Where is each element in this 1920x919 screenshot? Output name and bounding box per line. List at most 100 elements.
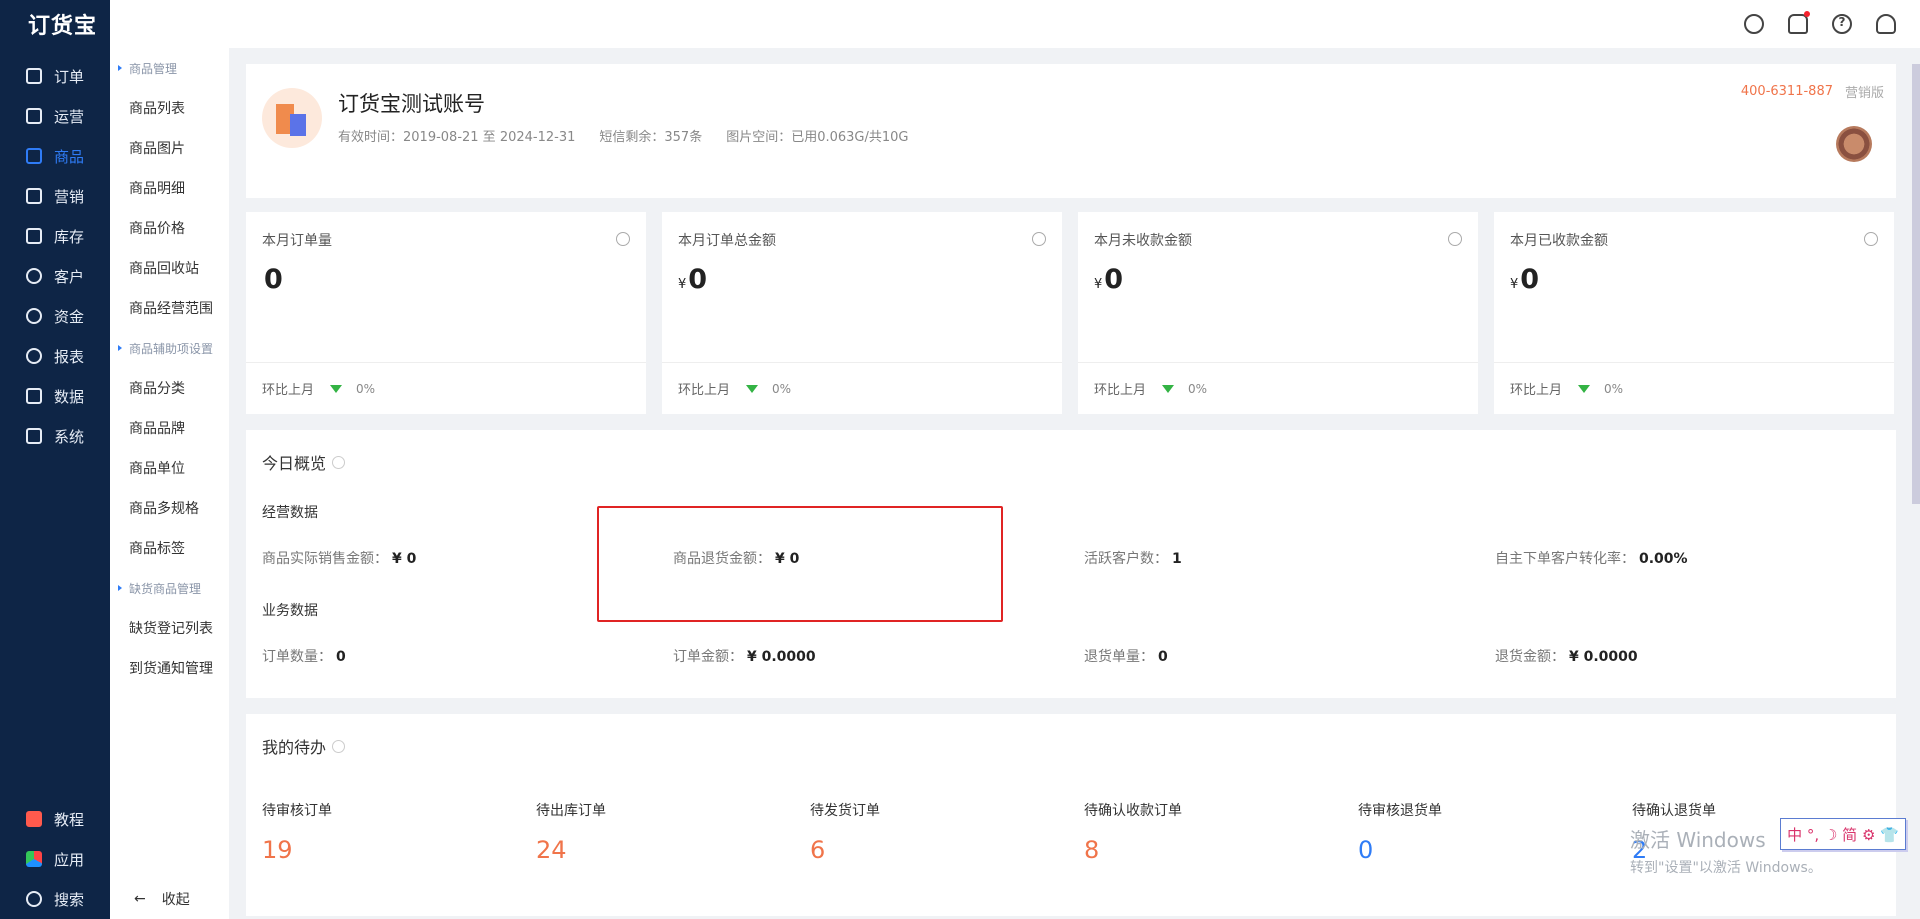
nav-label: 订单 — [54, 67, 85, 86]
medal-icon — [1836, 126, 1872, 162]
business-data-title: 经营数据 — [262, 505, 318, 521]
subnav-item-spec[interactable]: 商品多规格 — [110, 488, 229, 528]
nav-label: 客户 — [54, 267, 85, 286]
down-arrow-icon — [1162, 384, 1175, 393]
main-nav: 订货宝 订单 运营 商品 营销 库存 客户 资金 报表 数据 系统 教程 应用 … — [0, 0, 110, 919]
arrow-left-icon: ← — [134, 891, 146, 907]
marketing-icon — [26, 188, 42, 204]
metric: 自主下单客户转化率： 0.00% — [1495, 551, 1688, 567]
subnav-item-tag[interactable]: 商品标签 — [110, 528, 229, 568]
warehouse-icon — [26, 228, 42, 244]
account-name: 订货宝测试账号 — [338, 92, 485, 116]
section-title: 我的待办 — [262, 734, 346, 758]
subnav-item-product-images[interactable]: 商品图片 — [110, 128, 229, 168]
operation-icon — [26, 108, 42, 124]
cube-icon — [26, 851, 42, 867]
stat-label: 本月已收款金额 — [1510, 233, 1608, 249]
nav-item-report[interactable]: 报表 — [0, 336, 110, 376]
metric: 订单金额： ¥ 0.0000 — [673, 649, 816, 665]
grid-icon — [26, 148, 42, 164]
metric: 订单数量： 0 — [262, 649, 346, 665]
clock-icon — [1448, 232, 1462, 246]
nav-item-funds[interactable]: 资金 — [0, 296, 110, 336]
nav-item-tutorial[interactable]: 教程 — [0, 799, 110, 839]
subnav-item-product-list[interactable]: 商品列表 — [110, 88, 229, 128]
subnav-item-product-details[interactable]: 商品明细 — [110, 168, 229, 208]
todo-item[interactable]: 待发货订单 6 — [810, 800, 1084, 864]
nav-item-apps[interactable]: 应用 — [0, 839, 110, 879]
monitor-icon — [26, 428, 42, 444]
subnav-item-recycle-bin[interactable]: 商品回收站 — [110, 248, 229, 288]
nav-item-search[interactable]: 搜索 — [0, 879, 110, 919]
nav-label: 运营 — [54, 107, 85, 126]
nav-item-system[interactable]: 系统 — [0, 416, 110, 456]
shop-avatar — [262, 88, 322, 148]
nav-item-operation[interactable]: 运营 — [0, 96, 110, 136]
nav-item-inventory[interactable]: 库存 — [0, 216, 110, 256]
nav-item-customer[interactable]: 客户 — [0, 256, 110, 296]
stat-label: 本月订单总金额 — [678, 233, 776, 249]
subnav-item-unit[interactable]: 商品单位 — [110, 448, 229, 488]
nav-item-data[interactable]: 数据 — [0, 376, 110, 416]
scrollbar[interactable] — [1912, 64, 1920, 504]
moneybag-icon — [26, 308, 42, 324]
refresh-icon[interactable] — [1744, 14, 1764, 34]
pie-chart-icon — [26, 348, 42, 364]
ops-data-title: 业务数据 — [262, 603, 318, 619]
space-text: 图片空间：已用0.063G/共10G — [726, 130, 909, 145]
nav-label: 教程 — [54, 810, 85, 829]
nav-label: 营销 — [54, 187, 85, 206]
stat-card: 本月订单量 0 环比上月 0% — [246, 212, 646, 414]
metric: 退货金额： ¥ 0.0000 — [1495, 649, 1638, 665]
stat-compare: 环比上月 0% — [1078, 362, 1478, 414]
nav-item-marketing[interactable]: 营销 — [0, 176, 110, 216]
nav-label: 商品 — [54, 147, 85, 166]
down-arrow-icon — [1578, 384, 1591, 393]
stat-compare: 环比上月 0% — [662, 362, 1062, 414]
down-arrow-icon — [330, 384, 343, 393]
subnav-item-arrival-notice[interactable]: 到货通知管理 — [110, 648, 229, 688]
sms-text: 短信剩余：357条 — [599, 130, 703, 145]
stat-value: 0 — [264, 264, 283, 295]
help-icon[interactable]: ? — [1832, 14, 1852, 34]
nav-label: 库存 — [54, 227, 85, 246]
service-phone[interactable]: 400-6311-887 — [1741, 84, 1833, 99]
todo-item[interactable]: 待出库订单 24 — [536, 800, 810, 864]
search-icon — [26, 891, 42, 907]
version-badge: 营销版 — [1844, 86, 1884, 101]
order-icon — [26, 68, 42, 84]
app-logo: 订货宝 — [28, 14, 98, 39]
section-title: 今日概览 — [262, 450, 346, 474]
subnav-group-title: 缺货商品管理 — [110, 568, 229, 608]
subnav-item-category[interactable]: 商品分类 — [110, 368, 229, 408]
main-content: 订货宝测试账号 有效时间：2019-08-21 至 2024-12-31 短信剩… — [246, 64, 1896, 916]
subnav-item-shortage-list[interactable]: 缺货登记列表 — [110, 608, 229, 648]
subnav-group-title: 商品辅助项设置 — [110, 328, 229, 368]
account-card: 订货宝测试账号 有效时间：2019-08-21 至 2024-12-31 短信剩… — [246, 64, 1896, 198]
todo-item[interactable]: 待审核订单 19 — [262, 800, 536, 864]
top-bar: ? — [110, 0, 1920, 48]
bell-icon[interactable] — [1788, 11, 1810, 34]
nav-label: 资金 — [54, 307, 85, 326]
account-meta: 有效时间：2019-08-21 至 2024-12-31 短信剩余：357条 图… — [338, 126, 909, 145]
ime-toolbar[interactable]: 中 °, ☽ 简 ⚙ 👕 — [1780, 818, 1906, 850]
stat-value: ¥0 — [678, 264, 708, 295]
nav-item-product[interactable]: 商品 — [0, 136, 110, 176]
stat-card: 本月已收款金额 ¥0 环比上月 0% — [1494, 212, 1894, 414]
play-icon — [26, 811, 42, 827]
clock-icon — [1864, 232, 1878, 246]
subnav-item-brand[interactable]: 商品品牌 — [110, 408, 229, 448]
clock-icon — [1032, 232, 1046, 246]
stat-label: 本月未收款金额 — [1094, 233, 1192, 249]
highlight-box — [597, 506, 1003, 622]
collapse-button[interactable]: ← 收起 — [134, 889, 190, 909]
subnav-item-business-scope[interactable]: 商品经营范围 — [110, 288, 229, 328]
user-icon[interactable] — [1876, 14, 1896, 34]
metric: 退货单量： 0 — [1084, 649, 1168, 665]
subnav-item-product-price[interactable]: 商品价格 — [110, 208, 229, 248]
nav-item-order[interactable]: 订单 — [0, 56, 110, 96]
data-icon — [26, 388, 42, 404]
todo-item[interactable]: 待审核退货单 0 — [1358, 800, 1632, 864]
stat-label: 本月订单量 — [262, 233, 332, 249]
todo-item[interactable]: 待确认收款订单 8 — [1084, 800, 1358, 864]
